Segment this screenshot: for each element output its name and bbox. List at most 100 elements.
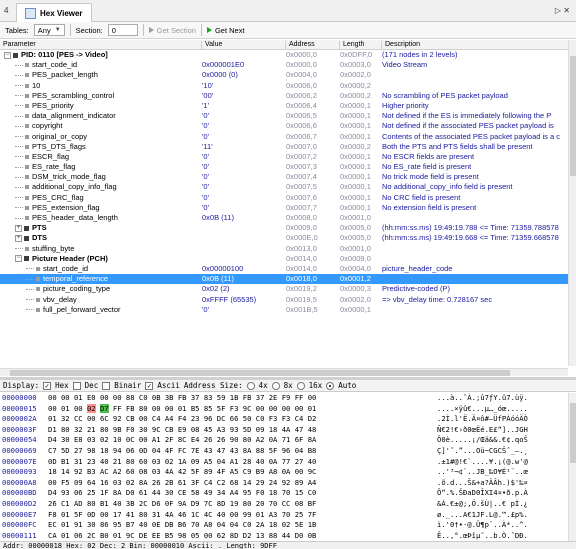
- table-row[interactable]: PES_header_data_length 0x0B (11) 0x0008,0 0…: [0, 213, 568, 223]
- hex-byte[interactable]: B6: [178, 520, 187, 529]
- hex-byte[interactable]: 62: [217, 531, 226, 540]
- hex-byte[interactable]: 06: [126, 446, 135, 455]
- hex-byte[interactable]: D4: [48, 435, 57, 444]
- hex-byte[interactable]: 40: [256, 457, 265, 466]
- hex-byte[interactable]: 59: [217, 393, 226, 402]
- hex-byte[interactable]: 47: [295, 425, 304, 434]
- table-row[interactable]: start_code_id 0x00000100 0x0014,0 0x0004,0 p…: [0, 264, 568, 274]
- hex-byte[interactable]: C9: [243, 467, 252, 476]
- collapse-icon[interactable]: −: [4, 51, 11, 59]
- hex-byte[interactable]: B9: [256, 467, 265, 476]
- hex-byte[interactable]: 8A: [113, 488, 122, 497]
- hex-byte[interactable]: B0: [100, 531, 109, 540]
- hex-byte[interactable]: A2: [113, 467, 122, 476]
- hex-byte[interactable]: FF: [113, 404, 122, 413]
- hex-byte[interactable]: F0: [256, 488, 265, 497]
- hex-byte[interactable]: 70: [282, 488, 291, 497]
- hex-byte[interactable]: 7C: [204, 499, 213, 508]
- hex-byte[interactable]: 17: [113, 510, 122, 519]
- hex-byte[interactable]: 00: [48, 404, 57, 413]
- hex-byte[interactable]: 18: [269, 520, 278, 529]
- hex-byte[interactable]: 0C: [126, 435, 135, 444]
- hex-byte[interactable]: 70: [191, 520, 200, 529]
- hex-byte[interactable]: 04: [217, 457, 226, 466]
- hex-byte[interactable]: 4A: [282, 425, 291, 434]
- hex-byte[interactable]: 3F: [191, 478, 200, 487]
- hex-byte[interactable]: C2: [217, 478, 226, 487]
- hex-byte[interactable]: 01: [256, 510, 265, 519]
- hex-byte[interactable]: 00: [139, 414, 148, 423]
- hex-byte[interactable]: C4: [295, 414, 304, 423]
- hex-byte[interactable]: B1: [61, 457, 70, 466]
- hex-byte[interactable]: 25: [295, 510, 304, 519]
- hex-byte[interactable]: 88: [269, 531, 278, 540]
- hex-byte[interactable]: A5: [230, 467, 239, 476]
- hex-byte[interactable]: A4: [308, 478, 317, 487]
- hex-byte[interactable]: D2: [308, 414, 317, 423]
- hex-byte[interactable]: CE: [178, 488, 187, 497]
- hex-byte[interactable]: 88: [126, 393, 135, 402]
- hex-byte[interactable]: 43: [204, 446, 213, 455]
- hex-byte[interactable]: 5D: [243, 425, 252, 434]
- table-row[interactable]: additional_copy_info_flag '0' 0x0007,5 0x00…: [0, 182, 568, 192]
- hex-byte[interactable]: A4: [230, 488, 239, 497]
- hex-byte[interactable]: 16: [100, 478, 109, 487]
- hex-byte[interactable]: E8: [74, 435, 83, 444]
- hex-byte[interactable]: 00: [295, 404, 304, 413]
- hex-byte[interactable]: 0A: [282, 467, 291, 476]
- hex-byte[interactable]: 20: [256, 499, 265, 508]
- hex-byte[interactable]: B5: [165, 531, 174, 540]
- hex-byte[interactable]: 1B: [230, 393, 239, 402]
- table-row[interactable]: − PID: 0110 [PES -> Video] 0x0000,0 0x0DFF,…: [0, 50, 568, 60]
- hex-byte[interactable]: 3B: [165, 393, 174, 402]
- hex-byte[interactable]: 80: [61, 425, 70, 434]
- hex-byte[interactable]: 0E: [152, 520, 161, 529]
- table-row[interactable]: original_or_copy '0' 0x0006,7 0x0000,1 Conte…: [0, 132, 568, 142]
- hex-byte[interactable]: 92: [74, 467, 83, 476]
- hex-byte[interactable]: 2E: [269, 393, 278, 402]
- table-row[interactable]: data_alignment_indicator '0' 0x0006,5 0x000…: [0, 111, 568, 121]
- column-header-value[interactable]: Value: [202, 41, 286, 50]
- table-row[interactable]: PES_scrambling_control '00' 0x0006,2 0x0000…: [0, 91, 568, 101]
- hex-byte[interactable]: 08: [295, 499, 304, 508]
- hex-byte[interactable]: 04: [230, 520, 239, 529]
- hex-byte[interactable]: 2C: [139, 499, 148, 508]
- hex-byte[interactable]: CC: [74, 414, 83, 423]
- hex-byte[interactable]: 37: [191, 393, 200, 402]
- hex-byte[interactable]: 02: [165, 457, 174, 466]
- hex-byte[interactable]: 3B: [126, 499, 135, 508]
- hex-byte[interactable]: 4F: [165, 446, 174, 455]
- hex-byte[interactable]: 10: [113, 435, 122, 444]
- hex-byte[interactable]: 44: [282, 531, 291, 540]
- hex-byte[interactable]: 00: [295, 467, 304, 476]
- hex-byte[interactable]: 00: [152, 404, 161, 413]
- hex-byte[interactable]: 8A: [139, 478, 148, 487]
- column-header-parameter[interactable]: Parameter: [0, 41, 202, 50]
- hex-byte[interactable]: 19: [230, 499, 239, 508]
- hex-byte[interactable]: 99: [243, 510, 252, 519]
- binair-checkbox[interactable]: [102, 381, 111, 390]
- hex-byte[interactable]: 8A: [308, 435, 317, 444]
- column-header-description[interactable]: Description: [382, 41, 568, 50]
- hex-byte[interactable]: C4: [152, 414, 161, 423]
- hex-byte[interactable]: 21: [87, 425, 96, 434]
- hex-byte[interactable]: 9A: [178, 499, 187, 508]
- hex-byte[interactable]: 42: [178, 467, 187, 476]
- hex-byte[interactable]: 00: [165, 404, 174, 413]
- hex-byte[interactable]: 92: [282, 478, 291, 487]
- hex-byte[interactable]: 90: [230, 435, 239, 444]
- hex-byte[interactable]: 32: [74, 425, 83, 434]
- hex-byte[interactable]: 00: [100, 393, 109, 402]
- hex-byte[interactable]: 80: [243, 499, 252, 508]
- table-row[interactable]: start_code_id 0x000001E0 0x0000,0 0x0003,0 V…: [0, 60, 568, 70]
- table-row[interactable]: temporal_reference 0x0B (11) 0x0018,0 0x000…: [0, 274, 568, 285]
- hex-byte[interactable]: D6: [152, 499, 161, 508]
- scrollbar-thumb[interactable]: [10, 370, 510, 376]
- hex-byte[interactable]: 18: [269, 425, 278, 434]
- scrollbar-thumb[interactable]: [570, 56, 576, 176]
- hex-byte[interactable]: B3: [87, 467, 96, 476]
- hex-byte[interactable]: F4: [178, 414, 187, 423]
- hex-byte[interactable]: 01: [61, 520, 70, 529]
- hex-byte[interactable]: 60: [139, 457, 148, 466]
- hex-byte[interactable]: A4: [165, 414, 174, 423]
